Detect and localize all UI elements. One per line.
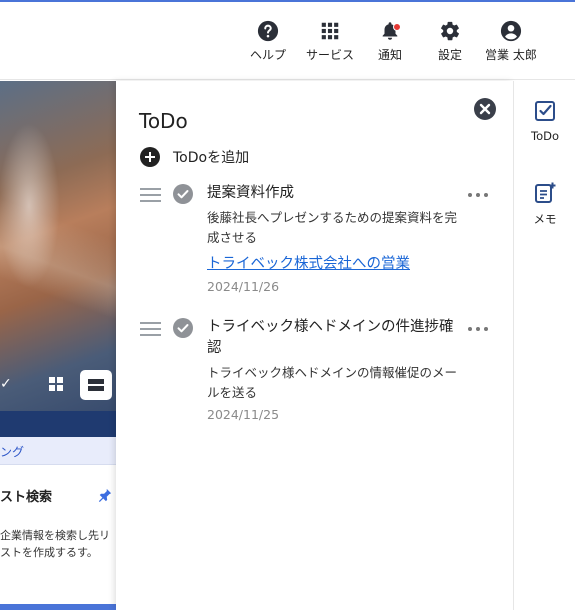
user-icon: [500, 20, 522, 42]
rail-todo-button[interactable]: ToDo: [514, 99, 575, 143]
todo-panel: ToDo ToDoを追加 提案資料作成 後藤社長へプレゼンするための提案資料を完…: [116, 81, 513, 610]
close-icon: [479, 103, 491, 115]
todo-title[interactable]: トライベック様ヘドメインの件進捗確認: [207, 317, 457, 359]
services-label: サービス: [306, 48, 355, 62]
rail-todo-label: ToDo: [531, 129, 559, 143]
plus-circle-icon: [140, 147, 160, 167]
more-options-icon[interactable]: [468, 191, 488, 199]
more-options-icon[interactable]: [468, 325, 488, 333]
panel-title: ToDo: [139, 109, 188, 133]
settings-button[interactable]: 設定: [438, 20, 462, 63]
help-icon: [257, 20, 279, 42]
help-button[interactable]: ヘルプ: [250, 20, 286, 63]
complete-checkbox[interactable]: [173, 318, 193, 338]
todo-due-date: 2024/11/25: [207, 407, 280, 422]
add-todo-label: ToDoを追加: [173, 150, 250, 166]
rail-memo-button[interactable]: メモ: [514, 181, 575, 227]
apps-grid-icon: [319, 20, 341, 42]
grid-view-icon[interactable]: [48, 376, 64, 392]
related-deal-link[interactable]: トライベック株式会社への営業: [207, 252, 410, 273]
todo-check-icon: [533, 99, 557, 123]
check-icon: [177, 324, 189, 333]
section-bar: [0, 411, 116, 437]
notifications-label: 通知: [378, 48, 403, 62]
check-icon[interactable]: ✓: [0, 376, 12, 392]
close-panel-button[interactable]: [474, 98, 496, 120]
todo-title[interactable]: 提案資料作成: [207, 183, 457, 204]
memo-icon: [533, 181, 557, 205]
todo-description: 後藤社長へプレゼンするための提案資料を完成させる: [207, 210, 458, 245]
background-page: ✓ ング スト検索 企業情報を検索し先リストを作成するす。: [0, 81, 116, 610]
app-header: ヘルプ サービス 通知 設定 営業 太郎: [0, 2, 575, 80]
notifications-button[interactable]: 通知: [378, 20, 402, 63]
todo-due-date: 2024/11/26: [207, 279, 280, 294]
view-toggle: ✓: [0, 368, 116, 402]
card-title: スト検索: [0, 490, 53, 505]
settings-label: 設定: [438, 48, 463, 62]
help-label: ヘルプ: [250, 48, 287, 62]
gear-icon: [439, 20, 461, 42]
add-todo-button[interactable]: ToDoを追加: [140, 147, 249, 167]
pin-icon[interactable]: [98, 487, 112, 502]
user-menu-button[interactable]: 営業 太郎: [485, 20, 537, 63]
right-rail: ToDo メモ: [513, 81, 575, 610]
drag-handle-icon[interactable]: [140, 188, 161, 202]
list-view-icon: [88, 379, 104, 391]
section-tab-label: ング: [0, 445, 25, 459]
list-view-button[interactable]: [80, 370, 112, 400]
check-icon: [177, 190, 189, 199]
drag-handle-icon[interactable]: [140, 322, 161, 336]
services-button[interactable]: サービス: [306, 20, 354, 63]
card-description: 企業情報を検索し先リストを作成するす。: [0, 529, 110, 559]
bottom-accent-bar: [0, 604, 116, 610]
complete-checkbox[interactable]: [173, 184, 193, 204]
rail-memo-label: メモ: [533, 212, 557, 226]
todo-description: トライベック様ヘドメインの情報催促のメールを送る: [207, 365, 458, 400]
section-tab[interactable]: ング: [0, 437, 116, 465]
user-name-label: 営業 太郎: [485, 48, 537, 62]
notification-badge-dot: [393, 23, 401, 31]
